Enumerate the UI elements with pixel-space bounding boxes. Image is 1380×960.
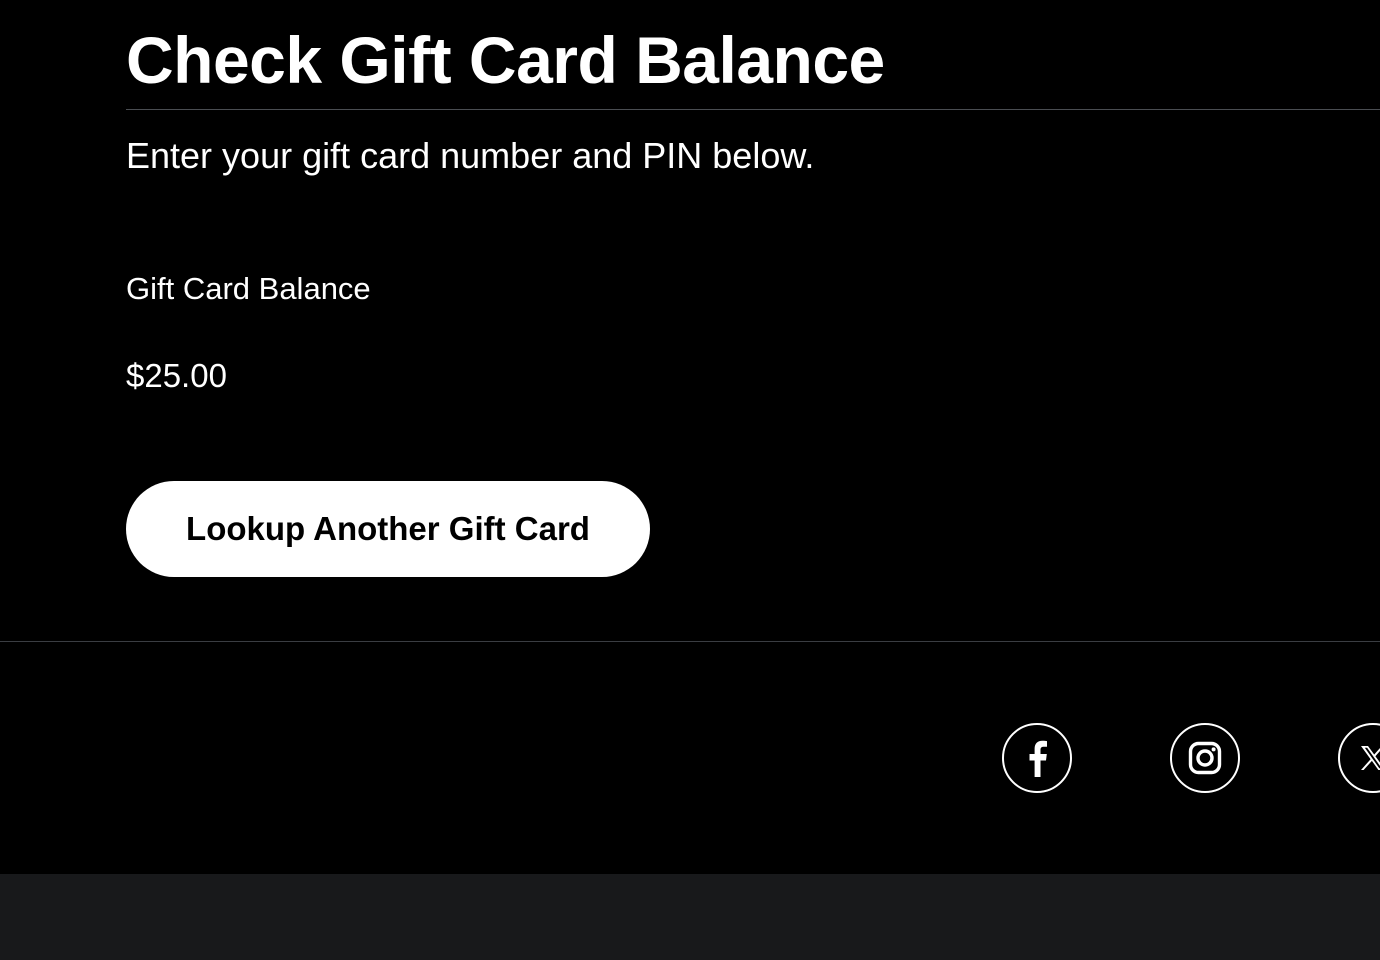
page-subtitle: Enter your gift card number and PIN belo…: [126, 135, 815, 176]
lookup-another-gift-card-button[interactable]: Lookup Another Gift Card: [126, 481, 650, 577]
facebook-icon: [1026, 739, 1048, 777]
bottom-bar: [0, 874, 1380, 960]
x-icon: [1358, 743, 1380, 773]
balance-amount: $25.00: [126, 357, 227, 394]
page-title: Check Gift Card Balance: [126, 23, 885, 97]
x-link[interactable]: [1338, 723, 1380, 793]
balance-label: Gift Card Balance: [126, 271, 371, 306]
facebook-link[interactable]: [1002, 723, 1072, 793]
footer: [0, 642, 1380, 874]
instagram-icon: [1188, 741, 1222, 775]
instagram-link[interactable]: [1170, 723, 1240, 793]
gift-card-balance-section: Check Gift Card Balance Enter your gift …: [0, 0, 1380, 642]
title-divider: [126, 109, 1380, 110]
